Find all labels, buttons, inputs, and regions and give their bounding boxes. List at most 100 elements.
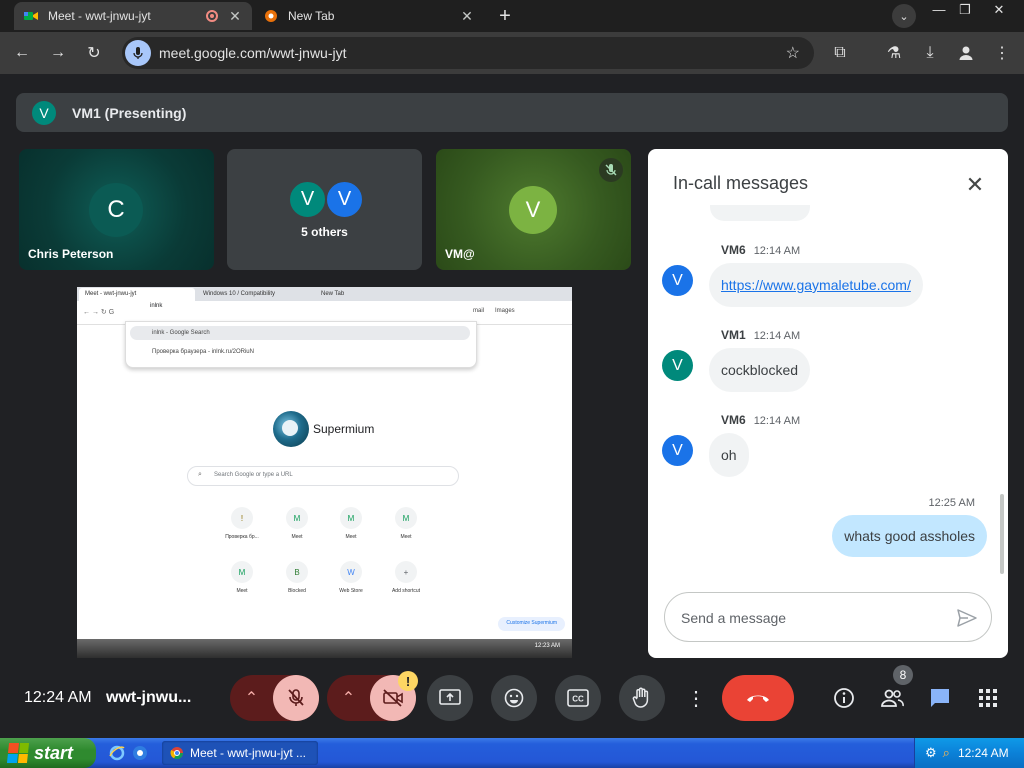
panel-title: In-call messages [673,173,809,193]
bookmark-star-icon[interactable]: ☆ [786,43,800,63]
shared-tab: New Tab [321,291,345,297]
chrome-icon [170,747,183,760]
customize-button: Customize Supermium [498,617,565,631]
chat-button[interactable] [926,684,954,712]
taskbar-window-label: Meet - wwt-jnwu-jyt ... [190,746,307,760]
flask-icon: ⚗ [886,45,902,62]
start-label: start [34,742,74,763]
message-header: VM1 12:14 AM [721,328,800,342]
shortcut: + Add shortcut [382,561,430,594]
shared-screen: Meet - wwt-jnwu-jyt Windows 10 / Compati… [77,287,572,658]
videocam-off-icon [383,689,403,707]
close-panel-button[interactable]: ✕ [958,168,992,202]
apps-grid-icon [979,689,997,707]
captions-button[interactable]: CC [555,675,601,721]
avatar: C [89,183,143,237]
download-icon: ⤓ [926,44,934,61]
tab-new-tab[interactable]: New Tab ✕ [254,2,484,30]
avatar: V [325,180,364,219]
participant-tile[interactable]: V VM@ [436,149,631,270]
shortcut-icon: B [286,561,308,583]
menu-button[interactable]: ⋮ [990,41,1014,65]
reload-icon: ↻ [87,45,101,62]
raise-hand-button[interactable] [619,675,665,721]
close-tab-icon[interactable]: ✕ [460,8,474,25]
shortcut-icon: ! [231,507,253,529]
back-button[interactable]: ← [10,41,34,65]
participant-name: Chris Peterson [28,247,114,261]
call-end-icon [747,695,769,702]
meeting-clock: 12:24 AM [24,689,92,706]
search-icon[interactable]: ⌕ [943,745,950,761]
participant-tile[interactable]: C Chris Peterson [19,149,214,270]
forward-button[interactable]: → [46,41,70,65]
chevron-up-icon: ⌃ [244,690,259,707]
meeting-details-button[interactable] [830,684,858,712]
participant-name: VM@ [445,247,475,261]
microphone-control: ⌃ [230,675,319,721]
tab-title: Meet - wwt-jnwu-jyt [48,9,151,23]
microphone-icon[interactable] [125,40,151,66]
tab-title: New Tab [288,9,335,23]
search-icon: ⌕ [198,471,202,478]
avatar: V [509,186,557,234]
leave-call-button[interactable] [722,675,794,721]
internet-explorer-icon[interactable] [108,744,126,762]
restore-button[interactable]: ❐ [950,2,980,18]
screen: Meet - wwt-jnwu-jyt ✕ New Tab ✕ + ⌄ — ❐ … [0,0,1024,768]
shortcut-label: Meet [291,534,303,540]
present-button[interactable] [427,675,473,721]
participant-name: 5 others [301,225,348,239]
downloads-button[interactable]: ⤓ [918,41,942,65]
microphone-toggle-button[interactable] [273,675,319,721]
message-composer [664,592,992,642]
profile-button[interactable] [954,41,978,65]
chrome-quicklaunch-icon[interactable] [131,744,149,762]
close-window-button[interactable]: ✕ [984,2,1014,18]
video-options-button[interactable]: ⌃ [327,675,370,721]
start-button[interactable]: start [0,738,96,768]
shortcut-icon: + [395,561,417,583]
recording-icon [206,10,218,22]
tab-strip: Meet - wwt-jnwu-jyt ✕ New Tab ✕ + ⌄ — ❐ … [0,0,1024,32]
new-tab-button[interactable]: + [494,5,516,28]
shortcut-icon: M [286,507,308,529]
avatar: V [662,265,693,296]
shortcut: ! Проверка бр... [218,507,266,540]
participant-tile[interactable]: V V 5 others [227,149,422,270]
message-input[interactable] [681,608,941,628]
tab-search-button[interactable]: ⌄ [892,4,916,28]
message-link[interactable]: https://www.gaymaletube.com/ [721,277,911,293]
tab-meet[interactable]: Meet - wwt-jnwu-jyt ✕ [14,2,252,30]
nav-icons: ← → ↻ G [83,309,115,316]
network-icon[interactable]: ⚙ [925,745,937,761]
person-icon [959,46,973,60]
activities-button[interactable] [974,684,1002,712]
shortcut-label: Web Store [339,588,363,594]
more-options-button[interactable]: ⋮ [683,675,709,721]
reactions-button[interactable] [491,675,537,721]
shared-tab-strip: Meet - wwt-jnwu-jyt Windows 10 / Compati… [77,287,572,301]
scrollbar[interactable] [1000,494,1004,574]
supermium-logo-icon [273,411,309,447]
close-tab-icon[interactable]: ✕ [228,8,242,25]
send-button[interactable] [955,606,979,630]
more-vert-icon: ⋮ [686,687,706,710]
taskbar-window-button[interactable]: Meet - wwt-jnwu-jyt ... [162,741,318,765]
address-bar[interactable]: meet.google.com/wwt-jnwu-jyt ☆ [122,37,814,69]
extensions-button[interactable]: ⧉ [828,41,852,65]
toolbar-link: Images [495,308,515,314]
message-header: VM6 12:14 AM [721,413,800,427]
os-taskbar: start Meet - wwt-jnwu-jyt ... ⚙ ⌕ 12:24 … [0,738,1024,768]
labs-button[interactable]: ⚗ [882,41,906,65]
shortcut: M Meet [327,507,375,540]
audio-options-button[interactable]: ⌃ [230,675,273,721]
url-text: meet.google.com/wwt-jnwu-jyt [159,45,347,61]
presenting-label: VM1 (Presenting) [72,104,187,121]
people-button[interactable] [878,684,906,712]
avatar: V [288,180,327,219]
info-icon [834,688,854,708]
puzzle-icon: ⧉ [834,44,846,61]
reload-button[interactable]: ↻ [82,41,106,65]
windows-logo-icon [6,743,30,763]
